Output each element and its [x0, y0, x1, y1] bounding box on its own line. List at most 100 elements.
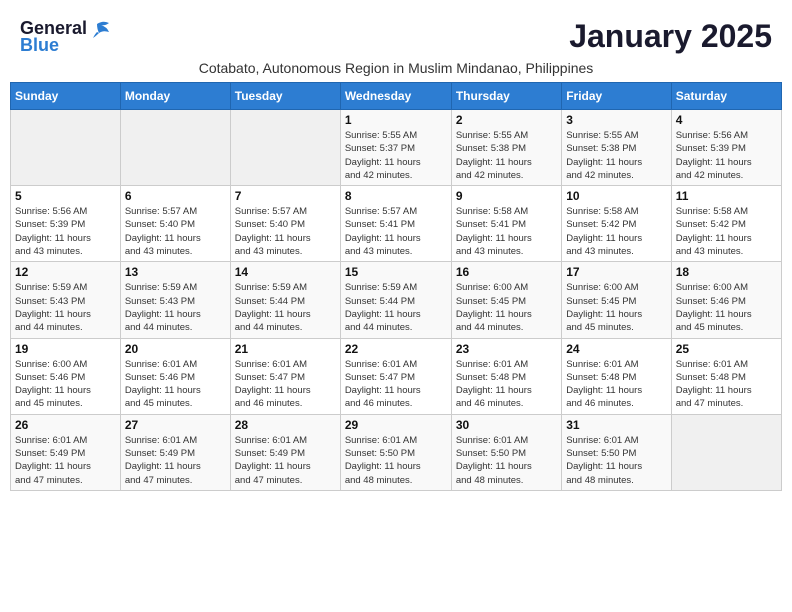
cell-info-text: Sunrise: 6:01 AM Sunset: 5:49 PM Dayligh… [125, 434, 226, 487]
calendar-week-3: 12 Sunrise: 5:59 AM Sunset: 5:43 PM Dayli… [11, 262, 782, 338]
calendar-cell: 25Sunrise: 6:01 AM Sunset: 5:48 PM Dayli… [671, 338, 781, 414]
logo: General Blue [20, 18, 111, 56]
calendar-cell: 31 Sunrise: 6:01 AM Sunset: 5:50 PM Dayli… [562, 414, 671, 490]
weekday-header-tuesday: Tuesday [230, 83, 340, 110]
cell-day-number: 10 [566, 189, 666, 203]
cell-info-text: Sunrise: 5:58 AM Sunset: 5:42 PM Dayligh… [566, 205, 666, 258]
weekday-header-thursday: Thursday [451, 83, 561, 110]
calendar-cell: 10 Sunrise: 5:58 AM Sunset: 5:42 PM Dayli… [562, 186, 671, 262]
cell-day-number: 21 [235, 342, 336, 356]
calendar-cell: 29 Sunrise: 6:01 AM Sunset: 5:50 PM Dayli… [340, 414, 451, 490]
cell-info-text: Sunrise: 6:01 AM Sunset: 5:49 PM Dayligh… [15, 434, 116, 487]
page-header: General Blue January 2025 [10, 10, 782, 56]
calendar-body: 1 Sunrise: 5:55 AM Sunset: 5:37 PM Daylig… [11, 110, 782, 491]
cell-info-text: Sunrise: 5:56 AM Sunset: 5:39 PM Dayligh… [15, 205, 116, 258]
cell-day-number: 2 [456, 113, 557, 127]
cell-day-number: 17 [566, 265, 666, 279]
cell-day-number: 23 [456, 342, 557, 356]
calendar-week-4: 19 Sunrise: 6:00 AM Sunset: 5:46 PM Dayli… [11, 338, 782, 414]
cell-day-number: 14 [235, 265, 336, 279]
weekday-header-friday: Friday [562, 83, 671, 110]
cell-info-text: Sunrise: 5:56 AM Sunset: 5:39 PM Dayligh… [676, 129, 777, 182]
calendar-week-1: 1 Sunrise: 5:55 AM Sunset: 5:37 PM Daylig… [11, 110, 782, 186]
calendar-cell: 12 Sunrise: 5:59 AM Sunset: 5:43 PM Dayli… [11, 262, 121, 338]
calendar-cell: 22 Sunrise: 6:01 AM Sunset: 5:47 PM Dayli… [340, 338, 451, 414]
month-title: January 2025 [569, 18, 772, 55]
calendar-cell: 14 Sunrise: 5:59 AM Sunset: 5:44 PM Dayli… [230, 262, 340, 338]
calendar-cell: 18 Sunrise: 6:00 AM Sunset: 5:46 PM Dayli… [671, 262, 781, 338]
cell-day-number: 8 [345, 189, 447, 203]
cell-info-text: Sunrise: 5:59 AM Sunset: 5:44 PM Dayligh… [345, 281, 447, 334]
cell-day-number: 11 [676, 189, 777, 203]
calendar-cell [11, 110, 121, 186]
calendar-cell: 27 Sunrise: 6:01 AM Sunset: 5:49 PM Dayli… [120, 414, 230, 490]
calendar-cell: 8 Sunrise: 5:57 AM Sunset: 5:41 PM Daylig… [340, 186, 451, 262]
page-subtitle: Cotabato, Autonomous Region in Muslim Mi… [10, 60, 782, 76]
calendar-cell: 20Sunrise: 6:01 AM Sunset: 5:46 PM Dayli… [120, 338, 230, 414]
cell-info-text: Sunrise: 6:01 AM Sunset: 5:50 PM Dayligh… [345, 434, 447, 487]
cell-day-number: 3 [566, 113, 666, 127]
cell-day-number: 13 [125, 265, 226, 279]
cell-info-text: Sunrise: 6:01 AM Sunset: 5:46 PM Dayligh… [125, 358, 226, 411]
cell-day-number: 26 [15, 418, 116, 432]
cell-day-number: 9 [456, 189, 557, 203]
calendar-cell: 26 Sunrise: 6:01 AM Sunset: 5:49 PM Dayli… [11, 414, 121, 490]
cell-info-text: Sunrise: 5:55 AM Sunset: 5:38 PM Dayligh… [566, 129, 666, 182]
cell-info-text: Sunrise: 5:58 AM Sunset: 5:41 PM Dayligh… [456, 205, 557, 258]
cell-day-number: 4 [676, 113, 777, 127]
cell-day-number: 25 [676, 342, 777, 356]
calendar-week-5: 26 Sunrise: 6:01 AM Sunset: 5:49 PM Dayli… [11, 414, 782, 490]
logo-bird-icon [89, 20, 111, 38]
calendar-cell: 17Sunrise: 6:00 AM Sunset: 5:45 PM Dayli… [562, 262, 671, 338]
cell-day-number: 24 [566, 342, 666, 356]
cell-day-number: 15 [345, 265, 447, 279]
cell-info-text: Sunrise: 5:57 AM Sunset: 5:40 PM Dayligh… [235, 205, 336, 258]
cell-info-text: Sunrise: 5:59 AM Sunset: 5:43 PM Dayligh… [125, 281, 226, 334]
cell-day-number: 22 [345, 342, 447, 356]
cell-day-number: 16 [456, 265, 557, 279]
cell-info-text: Sunrise: 5:57 AM Sunset: 5:41 PM Dayligh… [345, 205, 447, 258]
cell-day-number: 31 [566, 418, 666, 432]
cell-day-number: 27 [125, 418, 226, 432]
calendar-cell [120, 110, 230, 186]
calendar-cell: 6Sunrise: 5:57 AM Sunset: 5:40 PM Daylig… [120, 186, 230, 262]
cell-info-text: Sunrise: 6:01 AM Sunset: 5:47 PM Dayligh… [235, 358, 336, 411]
cell-info-text: Sunrise: 5:59 AM Sunset: 5:43 PM Dayligh… [15, 281, 116, 334]
cell-day-number: 19 [15, 342, 116, 356]
cell-info-text: Sunrise: 6:01 AM Sunset: 5:48 PM Dayligh… [456, 358, 557, 411]
cell-day-number: 29 [345, 418, 447, 432]
calendar-week-2: 5Sunrise: 5:56 AM Sunset: 5:39 PM Daylig… [11, 186, 782, 262]
calendar-header: SundayMondayTuesdayWednesdayThursdayFrid… [11, 83, 782, 110]
cell-info-text: Sunrise: 6:00 AM Sunset: 5:45 PM Dayligh… [456, 281, 557, 334]
calendar-cell: 7Sunrise: 5:57 AM Sunset: 5:40 PM Daylig… [230, 186, 340, 262]
cell-info-text: Sunrise: 6:01 AM Sunset: 5:49 PM Dayligh… [235, 434, 336, 487]
calendar-cell: 24 Sunrise: 6:01 AM Sunset: 5:48 PM Dayli… [562, 338, 671, 414]
cell-info-text: Sunrise: 6:01 AM Sunset: 5:50 PM Dayligh… [566, 434, 666, 487]
calendar-cell [230, 110, 340, 186]
cell-info-text: Sunrise: 5:57 AM Sunset: 5:40 PM Dayligh… [125, 205, 226, 258]
calendar-cell: 3 Sunrise: 5:55 AM Sunset: 5:38 PM Daylig… [562, 110, 671, 186]
calendar-cell: 9 Sunrise: 5:58 AM Sunset: 5:41 PM Daylig… [451, 186, 561, 262]
calendar-cell: 16 Sunrise: 6:00 AM Sunset: 5:45 PM Dayli… [451, 262, 561, 338]
weekday-header-row: SundayMondayTuesdayWednesdayThursdayFrid… [11, 83, 782, 110]
cell-info-text: Sunrise: 6:01 AM Sunset: 5:48 PM Dayligh… [566, 358, 666, 411]
cell-info-text: Sunrise: 5:58 AM Sunset: 5:42 PM Dayligh… [676, 205, 777, 258]
cell-info-text: Sunrise: 5:55 AM Sunset: 5:37 PM Dayligh… [345, 129, 447, 182]
cell-info-text: Sunrise: 5:59 AM Sunset: 5:44 PM Dayligh… [235, 281, 336, 334]
cell-info-text: Sunrise: 6:00 AM Sunset: 5:46 PM Dayligh… [15, 358, 116, 411]
cell-day-number: 1 [345, 113, 447, 127]
cell-day-number: 12 [15, 265, 116, 279]
cell-info-text: Sunrise: 6:00 AM Sunset: 5:46 PM Dayligh… [676, 281, 777, 334]
calendar-cell [671, 414, 781, 490]
calendar-cell: 5Sunrise: 5:56 AM Sunset: 5:39 PM Daylig… [11, 186, 121, 262]
calendar-cell: 4 Sunrise: 5:56 AM Sunset: 5:39 PM Daylig… [671, 110, 781, 186]
weekday-header-wednesday: Wednesday [340, 83, 451, 110]
calendar-cell: 23 Sunrise: 6:01 AM Sunset: 5:48 PM Dayli… [451, 338, 561, 414]
calendar-cell: 2Sunrise: 5:55 AM Sunset: 5:38 PM Daylig… [451, 110, 561, 186]
cell-info-text: Sunrise: 6:01 AM Sunset: 5:47 PM Dayligh… [345, 358, 447, 411]
calendar-cell: 13 Sunrise: 5:59 AM Sunset: 5:43 PM Dayli… [120, 262, 230, 338]
cell-day-number: 30 [456, 418, 557, 432]
calendar-cell: 28Sunrise: 6:01 AM Sunset: 5:49 PM Dayli… [230, 414, 340, 490]
cell-day-number: 18 [676, 265, 777, 279]
weekday-header-saturday: Saturday [671, 83, 781, 110]
